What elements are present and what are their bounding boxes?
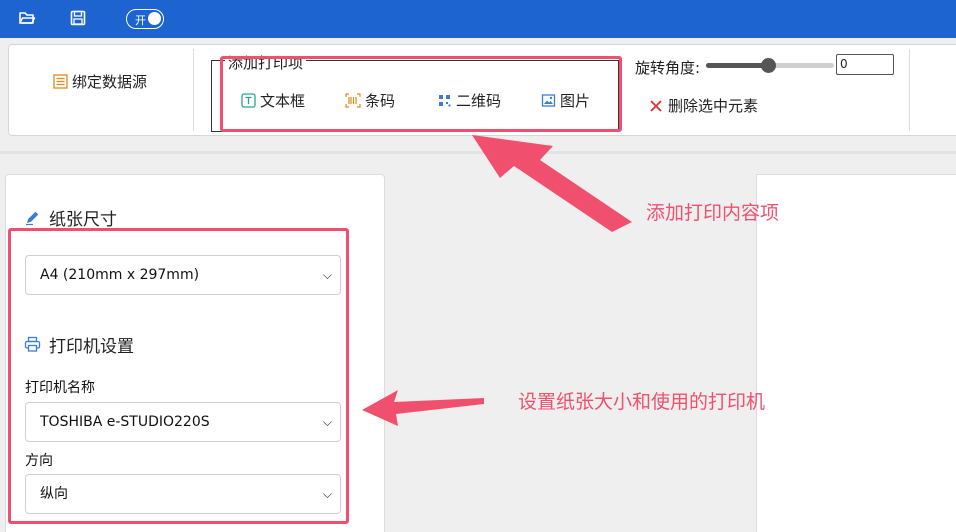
arrow-to-add-items	[472, 135, 632, 232]
callout-add-items: 添加打印内容项	[646, 202, 780, 224]
arrow-to-settings	[362, 390, 484, 426]
annotation-arrows	[362, 135, 632, 426]
callout-settings: 设置纸张大小和使用的打印机	[518, 391, 766, 413]
